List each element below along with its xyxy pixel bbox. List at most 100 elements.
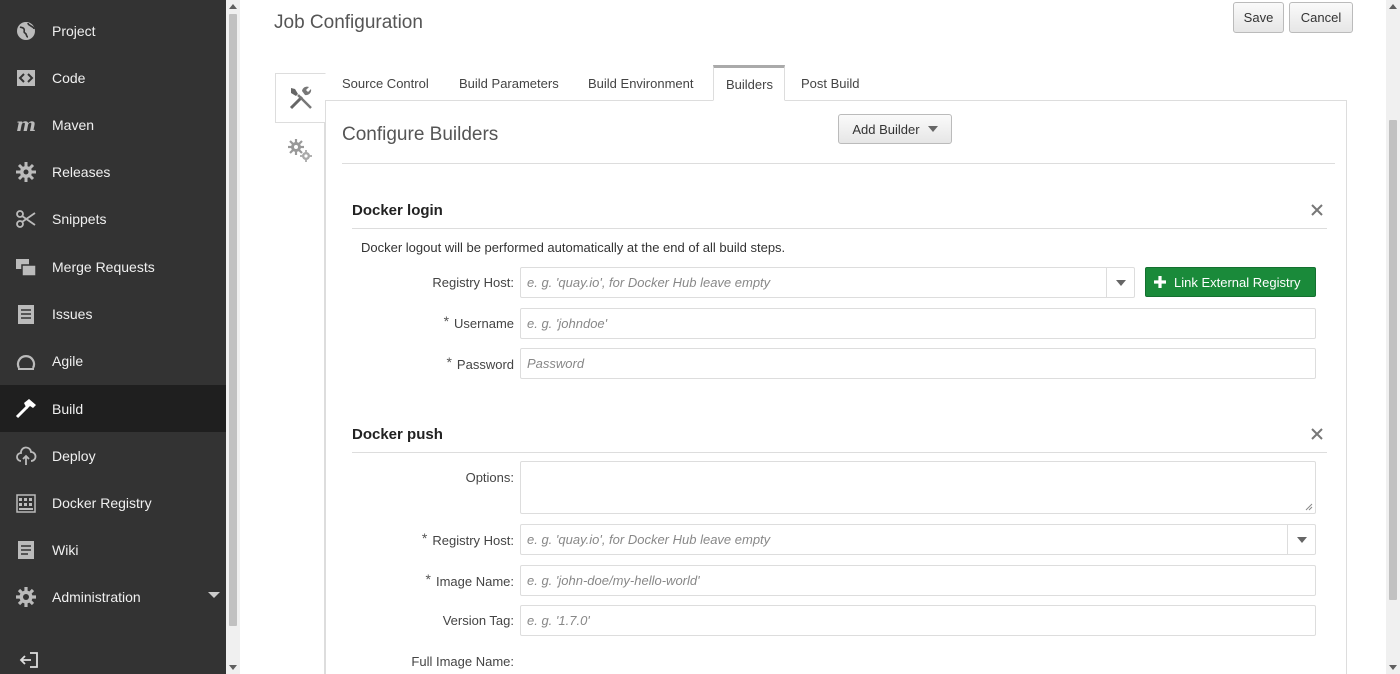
push-registry-host-combo[interactable]	[520, 524, 1316, 555]
maven-icon: m	[0, 101, 52, 148]
password-input[interactable]	[520, 348, 1316, 379]
image-name-label: * Image Name:	[352, 571, 515, 589]
options-label: Options:	[465, 470, 514, 485]
required-marker: *	[425, 571, 431, 587]
sidebar-item-label: Administration	[52, 588, 141, 605]
logout-icon[interactable]	[18, 650, 40, 670]
page-scrollbar[interactable]	[1386, 0, 1400, 674]
link-external-registry-button[interactable]: Link External Registry	[1145, 267, 1316, 297]
tools-icon	[289, 86, 312, 110]
divider	[352, 228, 1327, 229]
chevron-down-icon[interactable]	[1287, 525, 1315, 554]
sidebar-item-label: Maven	[52, 116, 95, 133]
plus-icon	[1146, 275, 1174, 289]
sidebar-item-label: Agile	[52, 352, 84, 369]
sidebar-item-issues[interactable]: Issues	[0, 290, 226, 337]
close-icon[interactable]	[1310, 203, 1324, 217]
code-icon	[0, 54, 52, 101]
sidebar-item-label: Build	[52, 400, 84, 417]
sidebar-item-label: Deploy	[52, 447, 96, 464]
version-tag-input[interactable]	[520, 605, 1316, 636]
required-marker: *	[421, 530, 428, 546]
vtab-settings[interactable]	[275, 125, 325, 175]
gears-icon	[288, 139, 312, 162]
divider	[342, 163, 1335, 164]
sidebar-item-build[interactable]: Build	[0, 385, 226, 432]
clipboard-icon	[0, 290, 52, 337]
registry-host-combo[interactable]	[520, 267, 1135, 298]
resize-grip-icon[interactable]	[1305, 503, 1313, 511]
image-name-input[interactable]	[520, 565, 1316, 596]
sidebar-item-snippets[interactable]: Snippets	[0, 195, 226, 242]
close-icon[interactable]	[1310, 427, 1324, 441]
sidebar: Project Code m Maven Releases Snippets M…	[0, 0, 226, 674]
tab-source-control[interactable]: Source Control	[342, 65, 429, 101]
image-name-label-text: Image Name:	[435, 574, 514, 589]
push-registry-host-label-text: Registry Host:	[432, 533, 514, 548]
docker-login-title: Docker login	[352, 202, 443, 219]
chevron-down-icon[interactable]	[1106, 268, 1134, 297]
vtab-tools[interactable]	[275, 73, 326, 123]
sidebar-scrollbar[interactable]	[226, 0, 240, 674]
sidebar-item-label: Project	[52, 22, 96, 39]
full-image-name-label: Full Image Name:	[411, 654, 514, 669]
required-marker: *	[446, 354, 452, 370]
tab-builders[interactable]: Builders	[713, 65, 785, 101]
add-builder-button[interactable]: Add Builder	[838, 114, 952, 144]
sidebar-item-administration[interactable]: Administration	[0, 573, 226, 620]
sidebar-item-deploy[interactable]: Deploy	[0, 432, 226, 479]
chevron-down-icon[interactable]	[208, 592, 220, 598]
password-label-text: Password	[456, 357, 514, 372]
page-scrollbar-thumb[interactable]	[1389, 120, 1397, 600]
page-title: Job Configuration	[274, 12, 423, 33]
agile-icon	[0, 337, 52, 384]
docker-registry-icon	[0, 479, 52, 526]
options-textarea[interactable]	[520, 461, 1316, 514]
caret-down-icon	[927, 126, 938, 132]
sidebar-item-agile[interactable]: Agile	[0, 337, 226, 384]
sidebar-item-label: Snippets	[52, 210, 107, 227]
sidebar-scrollbar-thumb[interactable]	[229, 14, 237, 626]
sidebar-item-wiki[interactable]: Wiki	[0, 526, 226, 573]
username-label-text: Username	[454, 316, 514, 331]
tab-build-environment[interactable]: Build Environment	[588, 65, 694, 101]
divider	[352, 452, 1327, 453]
add-builder-label: Add Builder	[852, 121, 920, 137]
sidebar-item-label: Docker Registry	[52, 494, 152, 511]
globe-icon	[0, 7, 52, 54]
wiki-icon	[0, 526, 52, 573]
cancel-button[interactable]: Cancel	[1289, 2, 1353, 33]
admin-gear-icon	[0, 573, 52, 620]
version-tag-label: Version Tag:	[442, 613, 514, 628]
docker-push-title: Docker push	[352, 426, 443, 443]
save-button[interactable]: Save	[1233, 2, 1284, 33]
push-registry-host-label: * Registry Host:	[352, 530, 514, 548]
sidebar-item-label: Wiki	[52, 541, 79, 558]
section-title: Configure Builders	[342, 124, 499, 145]
sidebar-item-label: Releases	[52, 163, 111, 180]
sidebar-item-maven[interactable]: m Maven	[0, 101, 226, 148]
sidebar-item-code[interactable]: Code	[0, 54, 226, 101]
sidebar-item-project[interactable]: Project	[0, 7, 226, 54]
sidebar-item-label: Code	[52, 69, 86, 86]
sidebar-item-releases[interactable]: Releases	[0, 148, 226, 195]
merge-request-icon	[0, 243, 52, 290]
tab-build-parameters[interactable]: Build Parameters	[459, 65, 559, 101]
cloud-upload-icon	[0, 432, 52, 479]
sidebar-item-label: Issues	[52, 305, 93, 322]
hammer-icon	[0, 385, 52, 432]
sidebar-item-label: Merge Requests	[52, 258, 155, 275]
vertical-tabs	[275, 73, 326, 674]
sidebar-item-docker-registry[interactable]: Docker Registry	[0, 479, 226, 526]
username-input[interactable]	[520, 308, 1316, 339]
required-marker: *	[443, 313, 450, 329]
scissors-icon	[0, 195, 52, 242]
registry-host-label: Registry Host:	[432, 275, 514, 290]
username-label: * Username	[352, 313, 514, 331]
password-label: * Password	[352, 354, 514, 372]
docker-login-description: Docker logout will be performed automati…	[361, 240, 786, 255]
tab-post-build[interactable]: Post Build	[801, 65, 860, 101]
sidebar-item-merge-requests[interactable]: Merge Requests	[0, 243, 226, 290]
link-external-registry-label: Link External Registry	[1174, 274, 1301, 290]
svg-text:m: m	[16, 114, 36, 136]
